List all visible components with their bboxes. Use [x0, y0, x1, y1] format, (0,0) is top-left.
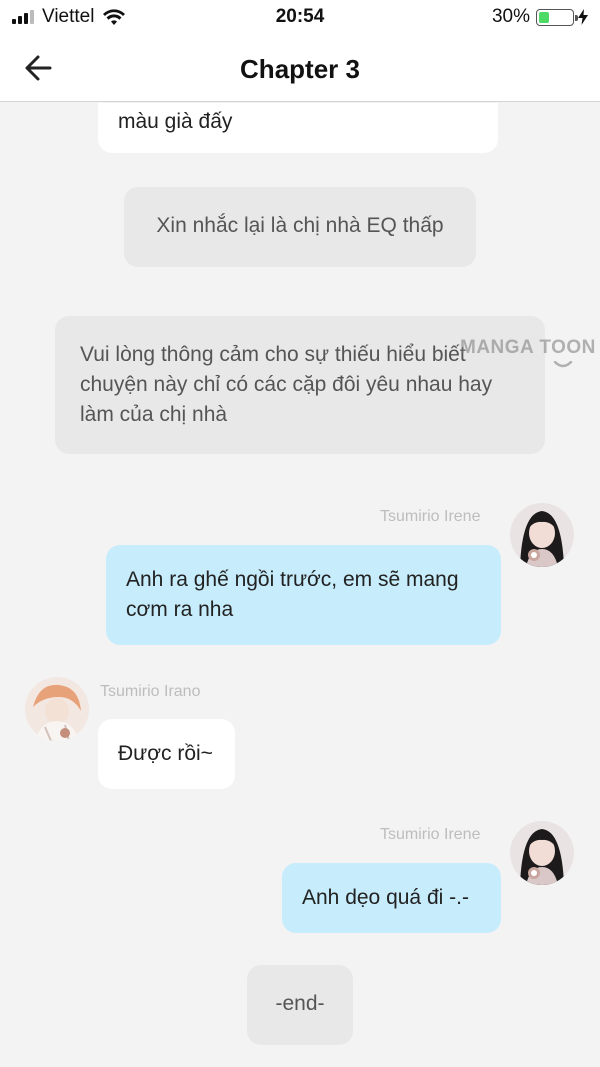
narration-text: Xin nhắc lại là chị nhà EQ thấp	[156, 214, 444, 237]
sender-name: Tsumirio Irano	[100, 683, 201, 700]
page-title: Chapter 3	[240, 54, 360, 84]
message-text: màu già đấy	[118, 110, 233, 133]
sender-name: Tsumirio Irene	[380, 508, 481, 525]
battery-icon	[536, 8, 578, 26]
avatar-image	[510, 503, 574, 567]
message-bubble: Anh dẹo quá đi -.-	[282, 863, 501, 933]
nav-bar: Chapter 3	[0, 34, 600, 102]
narration-bubble: Xin nhắc lại là chị nhà EQ thấp	[124, 187, 476, 267]
avatar[interactable]	[25, 677, 89, 741]
message-bubble: Anh ra ghế ngồi trước, em sẽ mang cơm ra…	[106, 545, 501, 645]
avatar[interactable]	[510, 503, 574, 567]
battery-level	[539, 11, 549, 23]
message-line: Anh ra ghế ngồi trước, em sẽ mang	[126, 568, 459, 591]
status-bar: Viettel 20:54 30%	[0, 0, 600, 34]
message-text: Anh dẹo quá đi -.-	[302, 886, 469, 909]
chat-content[interactable]: màu già đấy Xin nhắc lại là chị nhà EQ t…	[0, 103, 600, 1067]
message-bubble: màu già đấy	[98, 103, 498, 153]
charging-bolt-icon	[578, 9, 588, 25]
narration-line: chuyện này chỉ có các cặp đôi yêu nhau h…	[80, 373, 493, 396]
narration-line: Vui lòng thông cảm cho sự thiếu hiểu biế…	[80, 343, 466, 366]
message-text: Được rồi~	[118, 742, 213, 765]
battery-percent: 30%	[491, 6, 530, 27]
avatar-image	[25, 677, 89, 741]
watermark-smile-icon	[553, 361, 573, 368]
watermark: MANGA TOON	[460, 337, 596, 358]
narration-text: -end-	[275, 992, 325, 1015]
chat-screen: Viettel 20:54 30% Chapter 3 màu già đấy …	[0, 0, 600, 1067]
sender-name: Tsumirio Irene	[380, 826, 481, 843]
narration-line: làm của chị nhà	[80, 403, 228, 426]
avatar[interactable]	[510, 821, 574, 885]
avatar-image	[510, 821, 574, 885]
message-bubble: Được rồi~	[98, 719, 235, 789]
narration-bubble: -end-	[247, 965, 353, 1045]
message-line: cơm ra nha	[126, 598, 234, 621]
